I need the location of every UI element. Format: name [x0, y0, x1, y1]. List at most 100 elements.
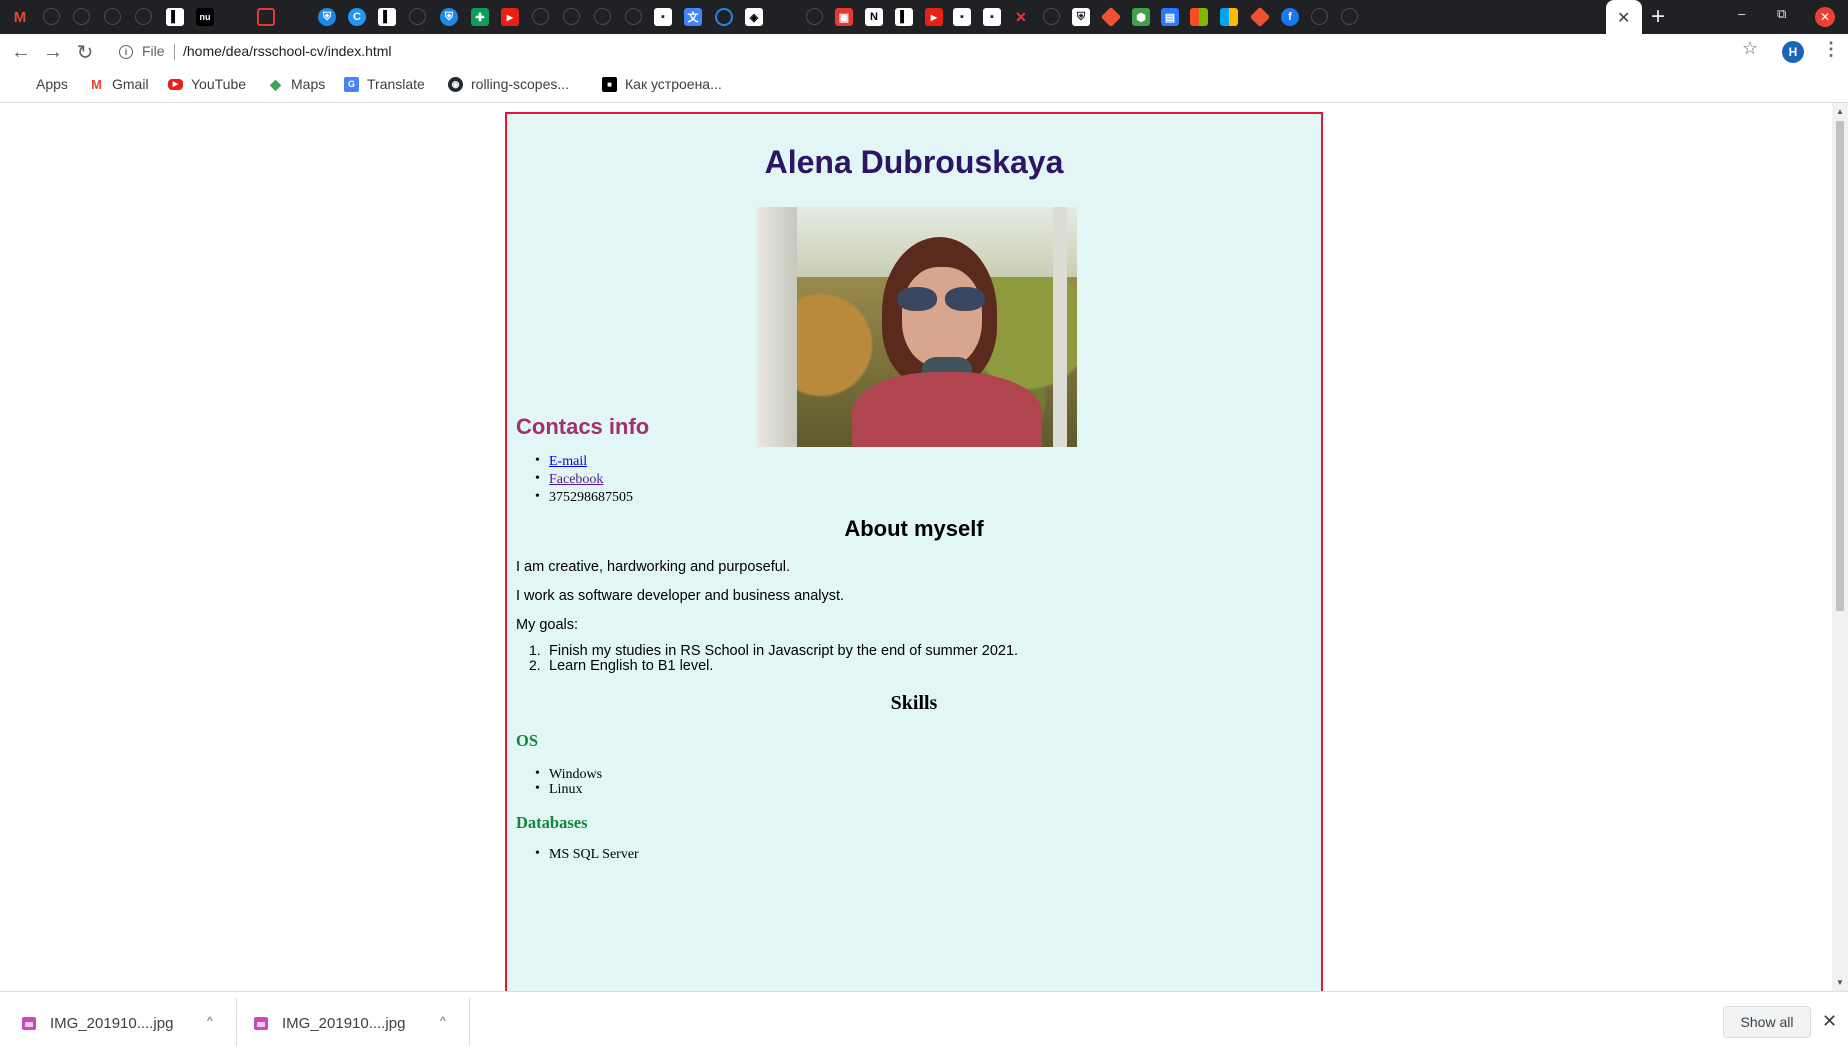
notion-icon[interactable]: N [865, 8, 883, 26]
chevron-up-icon[interactable]: ^ [207, 1014, 213, 1028]
scroll-down-icon[interactable]: ▼ [1836, 978, 1844, 987]
site-icon[interactable] [43, 8, 60, 25]
divider [469, 998, 470, 1046]
screen-icon[interactable]: ▣ [835, 8, 853, 26]
c-icon[interactable]: C [348, 8, 366, 26]
translate-icon[interactable]: 文 [684, 8, 702, 26]
site-icon[interactable] [1311, 8, 1328, 25]
databases-heading: Databases [516, 813, 588, 832]
download-item[interactable]: IMG_201910....jpg [254, 992, 405, 1054]
forward-button[interactable]: → [41, 40, 65, 64]
page-scrollbar[interactable]: ▲ ▼ [1832, 103, 1848, 991]
site-icon[interactable] [135, 8, 152, 25]
notion-icon[interactable]: ▌ [166, 8, 184, 26]
facebook-link[interactable]: Facebook [549, 472, 603, 487]
youtube-icon[interactable]: ▶ [501, 8, 519, 26]
red-box-icon[interactable] [257, 8, 275, 26]
image-file-icon [254, 1016, 268, 1030]
browser-menu-icon[interactable]: ⋮ [1822, 39, 1840, 60]
bookmark-gmail[interactable]: M Gmail [89, 76, 148, 92]
chat-icon[interactable]: ▪ [983, 8, 1001, 26]
tab-strip: M ▌ nu ⛨ C ▌ ⛨ ✚ ▶ ▪ 文 ◈ ▣ N ▌ ▶ ▪ ▪ ✕ ⛨… [0, 0, 1848, 34]
chat-icon[interactable]: ▪ [654, 8, 672, 26]
youtube-icon[interactable]: ▶ [925, 8, 943, 26]
sheets-icon[interactable]: ✚ [471, 8, 489, 26]
bookmark-label: Translate [367, 76, 425, 92]
notion-icon[interactable]: ▌ [895, 8, 913, 26]
active-tab[interactable]: ✕ [1606, 0, 1642, 34]
profile-avatar[interactable]: H [1782, 41, 1804, 63]
site-icon[interactable] [104, 8, 121, 25]
bookmark-label: Как устроена... [625, 76, 722, 92]
new-tab-button[interactable]: + [1651, 4, 1665, 30]
chevron-up-icon[interactable]: ^ [440, 1014, 446, 1028]
address-bar[interactable]: i File /home/dea/rsschool-cv/index.html [111, 37, 1746, 67]
about-paragraph-1: I am creative, hardworking and purposefu… [516, 559, 791, 575]
skills-heading: Skills [890, 692, 938, 714]
shield-icon[interactable]: ⛨ [440, 8, 458, 26]
shield-icon[interactable]: ⛨ [318, 8, 336, 26]
bookmark-label: Maps [291, 76, 326, 92]
site-icon[interactable] [806, 8, 823, 25]
shield-icon[interactable]: ⛨ [1072, 8, 1090, 26]
site-icon[interactable] [73, 8, 90, 25]
node-icon[interactable]: ⬢ [1132, 8, 1150, 26]
contacts-heading: Contacs info [516, 414, 650, 439]
git-icon[interactable] [1100, 6, 1122, 28]
list-item: Windows [535, 766, 602, 782]
reload-button[interactable]: ↻ [73, 40, 97, 64]
image-icon[interactable]: ▤ [1161, 8, 1179, 26]
codepen-icon[interactable]: ◈ [745, 8, 763, 26]
goals-label: My goals: [516, 617, 579, 633]
list-item: Finish my studies in RS School in Javasc… [529, 643, 1018, 659]
minimize-button[interactable]: – [1738, 6, 1745, 21]
gmail-icon[interactable]: M [11, 8, 29, 26]
close-red-icon[interactable]: ✕ [1012, 8, 1030, 26]
bookmark-maps[interactable]: ◆ Maps [268, 76, 326, 93]
browser-toolbar: ← → ↻ i File /home/dea/rsschool-cv/index… [0, 34, 1848, 70]
bookmark-translate[interactable]: G Translate [344, 76, 425, 92]
bookmark-star-icon[interactable]: ☆ [1742, 38, 1758, 59]
scroll-up-icon[interactable]: ▲ [1836, 107, 1844, 116]
phone-number: 375298687505 [535, 489, 633, 505]
bookmarks-bar: Apps M Gmail ▶ YouTube ◆ Maps G Translat… [0, 70, 1848, 103]
url-text[interactable]: /home/dea/rsschool-cv/index.html [183, 43, 392, 59]
download-filename: IMG_201910....jpg [282, 1014, 406, 1032]
microsoft-icon[interactable] [1220, 8, 1238, 26]
bookmark-youtube[interactable]: ▶ YouTube [168, 76, 246, 92]
microsoft-icon[interactable] [1190, 8, 1208, 26]
facebook-icon[interactable]: f [1281, 8, 1299, 26]
site-icon[interactable] [532, 8, 549, 25]
site-icon[interactable] [1043, 8, 1060, 25]
contacts-list: E-mail Facebook 375298687505 [535, 453, 633, 505]
cv-container: Alena Dubrouskaya Contacs info E-mail Fa… [505, 112, 1323, 991]
databases-list: MS SQL Server [535, 846, 639, 862]
bookmark-label: Apps [36, 76, 68, 92]
bookmark-apps[interactable]: Apps [13, 76, 68, 92]
restore-button[interactable]: ⧉ [1777, 6, 1786, 22]
email-link[interactable]: E-mail [549, 454, 587, 469]
notion-icon[interactable]: ▌ [378, 8, 396, 26]
nu-icon[interactable]: nu [196, 8, 214, 26]
window-close-button[interactable]: ✕ [1815, 7, 1835, 27]
cloud-icon[interactable] [715, 8, 733, 26]
close-tab-icon[interactable]: ✕ [1617, 8, 1630, 28]
list-item: MS SQL Server [535, 846, 639, 862]
close-icon[interactable]: ✕ [1822, 1011, 1837, 1032]
show-all-button[interactable]: Show all [1723, 1006, 1811, 1038]
download-item[interactable]: IMG_201910....jpg [22, 992, 173, 1054]
list-item: Facebook [535, 471, 633, 487]
chat-icon[interactable]: ▪ [953, 8, 971, 26]
site-icon[interactable] [409, 8, 426, 25]
site-icon[interactable] [594, 8, 611, 25]
bookmark-rolling-scopes[interactable]: ◉ rolling-scopes... [448, 76, 569, 92]
git-icon[interactable] [1249, 6, 1271, 28]
site-icon[interactable] [625, 8, 642, 25]
scrollbar-thumb[interactable] [1836, 121, 1844, 611]
site-icon[interactable] [1341, 8, 1358, 25]
info-icon[interactable]: i [119, 45, 133, 59]
back-button[interactable]: ← [9, 40, 33, 64]
list-item: Learn English to B1 level. [529, 658, 1018, 674]
site-icon[interactable] [563, 8, 580, 25]
bookmark-video[interactable]: ■ Как устроена... [602, 76, 722, 92]
